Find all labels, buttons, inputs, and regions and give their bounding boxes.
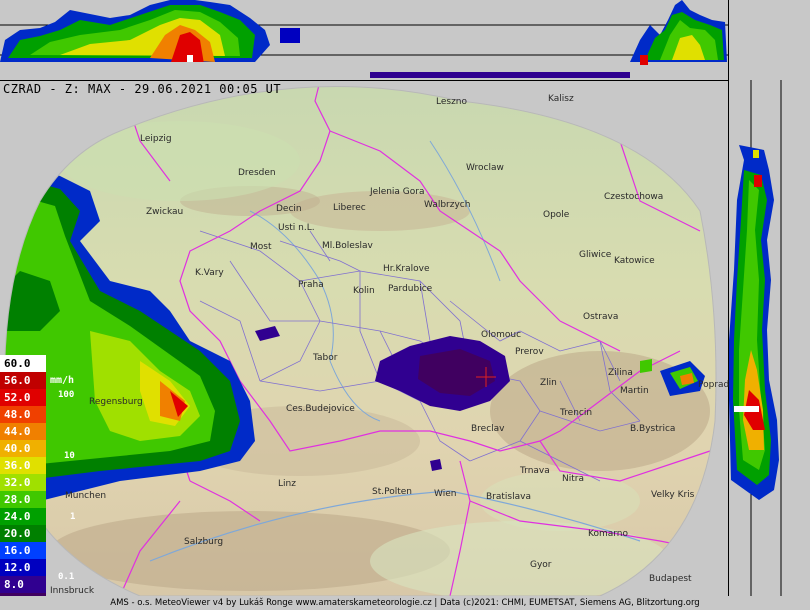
rain-mark-10: 10: [64, 451, 75, 461]
city-label: Zlin: [540, 378, 557, 388]
city-label: Linz: [278, 479, 296, 489]
city-label: Salzburg: [184, 537, 224, 547]
city-label: Ces.Budejovice: [286, 404, 355, 414]
footer-credits: AMS - o.s. MeteoViewer v4 by Lukáš Ronge…: [0, 596, 810, 610]
right-cross-section: [728, 80, 810, 596]
legend-level: 16.0: [0, 542, 46, 559]
city-label: St.Polten: [372, 487, 412, 497]
city-label: Praha: [298, 280, 324, 290]
city-label: Komarno: [588, 529, 628, 539]
city-label: Wroclaw: [466, 163, 504, 173]
city-label: Budapest: [649, 574, 692, 584]
legend-level: 24.0: [0, 508, 46, 525]
city-label: Dresden: [238, 168, 276, 178]
radar-viewer: Leszno Kalisz Leipzig Dresden Wroclaw Jelenia…: [0, 0, 810, 610]
city-label: Czestochowa: [604, 192, 664, 202]
city-label: Jelenia Gora: [370, 187, 425, 197]
right-cross-section-graphic: [729, 80, 782, 596]
city-label: Kolin: [353, 286, 375, 296]
rain-mark-0-1: 0.1: [58, 572, 75, 582]
city-label: B.Bystrica: [630, 424, 676, 434]
legend-level: 12.0: [0, 559, 46, 576]
city-label: Hr.Kralove: [383, 264, 430, 274]
city-label: Liberec: [333, 203, 366, 213]
city-label: Prerov: [515, 347, 544, 357]
city-label: Zilina: [608, 368, 633, 378]
city-label: Zwickau: [146, 207, 184, 217]
legend-level: 52.0: [0, 389, 46, 406]
map-title: CZRAD - Z: MAX - 29.06.2021 00:05 UT: [3, 82, 282, 96]
city-label: Most: [250, 242, 272, 252]
rain-mark-1: 1: [70, 512, 76, 522]
rain-mark-100: 100: [58, 390, 75, 400]
city-label: Regensburg: [89, 397, 143, 407]
legend-unit: mm/h: [50, 375, 75, 386]
city-label: Walbrzych: [424, 200, 471, 210]
city-label: Martin: [620, 386, 649, 396]
city-label: Breclav: [471, 424, 505, 434]
reflectivity-legend: 60.0 56.0 52.0 48.0 44.0 40.0 36.0 32.0 28.0 24.0…: [0, 355, 46, 610]
city-label: Munchen: [65, 491, 107, 501]
city-label: Leszno: [436, 97, 468, 107]
legend-level: 28.0: [0, 491, 46, 508]
legend-level: 44.0: [0, 423, 46, 440]
city-label: Gyor: [530, 560, 552, 570]
city-label: Kalisz: [548, 94, 574, 104]
city-label: Bratislava: [486, 492, 531, 502]
city-label: Ml.Boleslav: [322, 241, 373, 251]
city-label: Usti n.L.: [278, 223, 315, 233]
city-label: Trencin: [560, 408, 593, 418]
city-label: Ostrava: [583, 312, 619, 322]
city-label: Opole: [543, 210, 570, 220]
city-label: Poprad: [698, 380, 730, 390]
legend-level: 60.0: [0, 355, 46, 372]
city-label: Innsbruck: [50, 586, 95, 596]
legend-level: 36.0: [0, 457, 46, 474]
city-label: Katowice: [614, 256, 655, 266]
legend-level: 8.0: [0, 576, 46, 593]
radar-map[interactable]: [0, 81, 728, 596]
legend-level: 40.0: [0, 440, 46, 457]
city-label: Trnava: [520, 466, 550, 476]
city-label: Leipzig: [140, 134, 172, 144]
map-graphic: [3, 85, 717, 596]
city-label: Velky Kris: [651, 490, 695, 500]
city-label: Pardubice: [388, 284, 433, 294]
legend-level: 32.0: [0, 474, 46, 491]
corner-box: [728, 0, 810, 81]
city-label: K.Vary: [195, 268, 224, 278]
legend-level: 48.0: [0, 406, 46, 423]
city-label: Nitra: [562, 474, 584, 484]
city-label: Olomouc: [481, 330, 522, 340]
city-label: Wien: [434, 489, 457, 499]
city-label: Gliwice: [579, 250, 612, 260]
city-label: Tabor: [313, 353, 338, 363]
legend-level: 20.0: [0, 525, 46, 542]
top-cross-section: [0, 0, 728, 81]
top-cross-section-graphic: [0, 0, 728, 78]
legend-level: 56.0: [0, 372, 46, 389]
city-label: Decin: [276, 204, 302, 214]
